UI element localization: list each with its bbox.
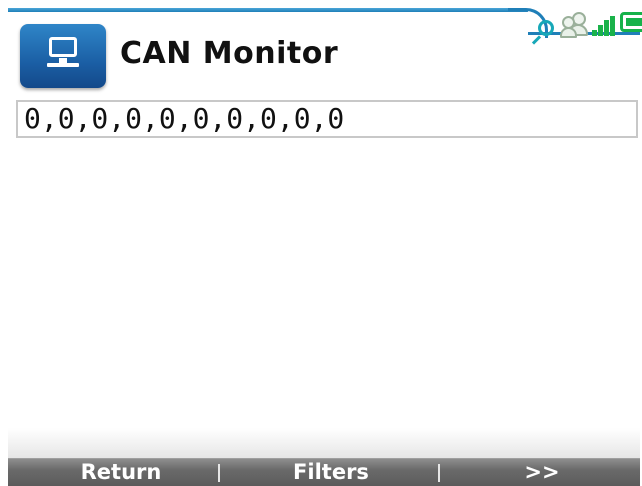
signal-icon xyxy=(592,16,616,36)
softkey-divider xyxy=(438,464,440,482)
search-icon xyxy=(538,20,554,36)
monitor-base xyxy=(47,63,79,67)
more-button[interactable]: >> xyxy=(444,459,640,486)
users-icon xyxy=(560,12,590,38)
battery-fill xyxy=(626,18,642,26)
screen: CAN Monitor 0,0,0,0,0,0,0,0,0,0 Return F… xyxy=(8,8,642,486)
monitor-icon xyxy=(20,24,106,88)
battery-icon xyxy=(620,12,642,32)
filters-button[interactable]: Filters xyxy=(226,459,436,486)
softkey-bar: Return Filters >> xyxy=(8,458,640,486)
monitor-screen xyxy=(49,37,77,57)
top-border-line xyxy=(8,8,528,12)
return-button[interactable]: Return xyxy=(26,459,216,486)
status-icons xyxy=(520,8,642,56)
bottom-fade xyxy=(8,428,640,458)
softkey-divider xyxy=(218,464,220,482)
can-data-field[interactable]: 0,0,0,0,0,0,0,0,0,0 xyxy=(16,100,638,138)
page-title: CAN Monitor xyxy=(120,36,339,71)
